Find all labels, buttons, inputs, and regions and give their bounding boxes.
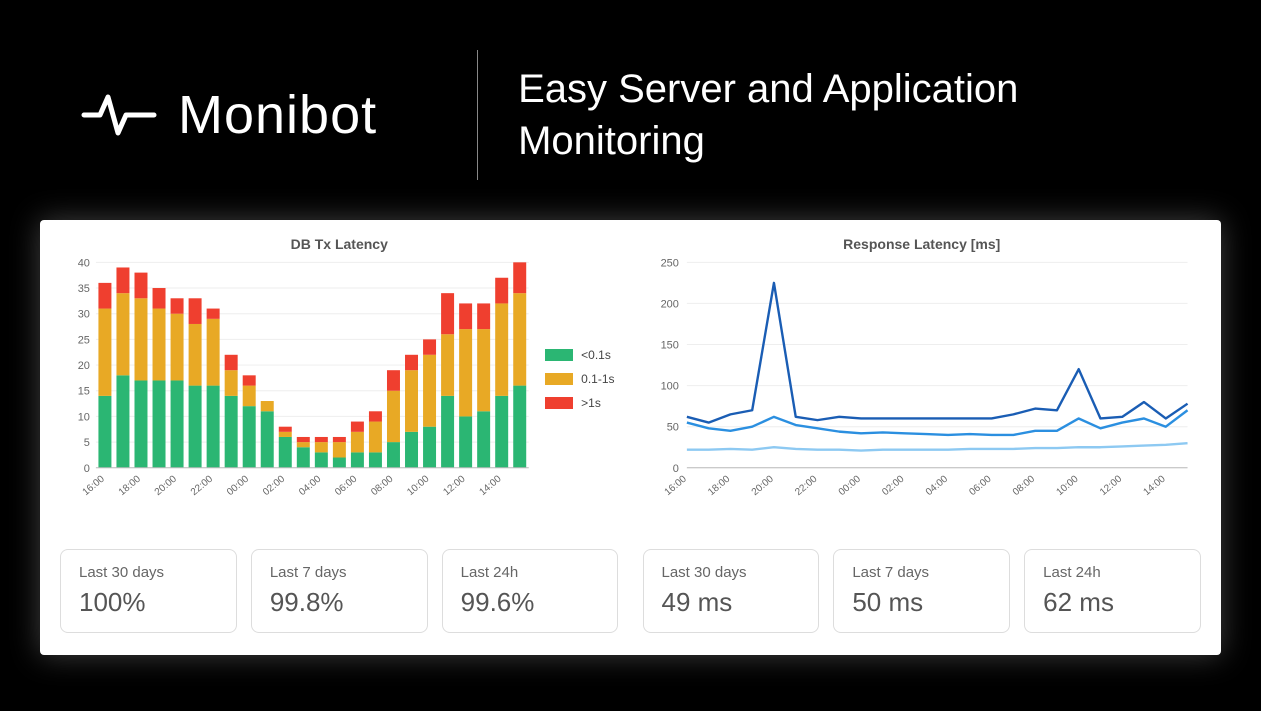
svg-text:35: 35 [78,283,90,295]
svg-text:25: 25 [78,334,90,346]
svg-text:00:00: 00:00 [225,473,252,498]
tagline: Easy Server and Application Monitoring [518,63,1181,167]
card-value: 49 ms [662,587,801,618]
svg-text:0: 0 [84,463,90,475]
svg-text:10: 10 [78,411,90,423]
svg-text:20:00: 20:00 [749,473,776,498]
svg-text:100: 100 [660,381,678,393]
svg-text:18:00: 18:00 [706,473,733,498]
legend-item: <0.1s [545,348,614,362]
svg-text:50: 50 [666,422,678,434]
svg-text:02:00: 02:00 [880,473,907,498]
svg-text:22:00: 22:00 [793,473,820,498]
svg-text:15: 15 [78,386,90,398]
svg-text:16:00: 16:00 [662,473,689,498]
svg-text:20: 20 [78,360,90,372]
legend-item: 0.1-1s [545,372,614,386]
svg-text:02:00: 02:00 [261,473,288,498]
card-value: 100% [79,587,218,618]
svg-text:12:00: 12:00 [1097,473,1124,498]
card-24h-latency: Last 24h 62 ms [1024,549,1201,633]
svg-text:10:00: 10:00 [405,473,432,498]
legend-label: 0.1-1s [581,372,614,386]
svg-text:150: 150 [660,340,678,352]
card-7d-uptime: Last 7 days 99.8% [251,549,428,633]
chart-title-db: DB Tx Latency [60,236,619,252]
header-divider [477,50,478,180]
svg-text:200: 200 [660,298,678,310]
svg-text:22:00: 22:00 [189,473,216,498]
card-label: Last 7 days [270,564,409,581]
card-label: Last 24h [1043,564,1182,581]
svg-text:16:00: 16:00 [81,473,108,498]
svg-text:08:00: 08:00 [369,473,396,498]
header: Monibot Easy Server and Application Moni… [0,0,1261,210]
svg-text:12:00: 12:00 [441,473,468,498]
card-value: 99.8% [270,587,409,618]
card-24h-uptime: Last 24h 99.6% [442,549,619,633]
response-latency-chart: 0 50 100 150 200 250 16:00 18:00 20:00 22:00 00:00… [643,258,1202,518]
svg-text:14:00: 14:00 [1141,473,1168,498]
legend-swatch [545,397,573,409]
card-7d-latency: Last 7 days 50 ms [833,549,1010,633]
brand-name: Monibot [178,84,377,146]
svg-text:30: 30 [78,309,90,321]
card-label: Last 7 days [852,564,991,581]
db-tx-latency-chart: 0 5 10 15 20 25 30 35 40 16:00 18:00 20:00 22:00 00:0… [60,258,619,518]
svg-text:20:00: 20:00 [153,473,180,498]
legend-label: >1s [581,396,601,410]
bar-chart-wrap: 0 5 10 15 20 25 30 35 40 16:00 18:00 20:00 22:00 00:0… [60,258,619,523]
line-chart-wrap: 0 50 100 150 200 250 16:00 18:00 20:00 22:00 00:00… [643,258,1202,523]
uptime-cards: Last 30 days 100% Last 7 days 99.8% Last… [60,549,619,633]
chart-title-latency: Response Latency [ms] [643,236,1202,252]
svg-text:0: 0 [672,463,678,475]
pulse-icon [80,88,158,142]
card-value: 50 ms [852,587,991,618]
latency-cards: Last 30 days 49 ms Last 7 days 50 ms Las… [643,549,1202,633]
card-label: Last 30 days [79,564,218,581]
legend-swatch [545,373,573,385]
svg-text:5: 5 [84,437,90,449]
svg-text:14:00: 14:00 [477,473,504,498]
svg-text:06:00: 06:00 [333,473,360,498]
svg-text:04:00: 04:00 [297,473,324,498]
brand-block: Monibot [80,84,437,146]
card-label: Last 24h [461,564,600,581]
svg-text:04:00: 04:00 [923,473,950,498]
legend-item: >1s [545,396,614,410]
svg-text:08:00: 08:00 [1010,473,1037,498]
card-30d-latency: Last 30 days 49 ms [643,549,820,633]
svg-text:18:00: 18:00 [117,473,144,498]
svg-text:10:00: 10:00 [1054,473,1081,498]
svg-text:250: 250 [660,258,678,269]
svg-text:00:00: 00:00 [836,473,863,498]
svg-text:40: 40 [78,258,90,269]
card-value: 99.6% [461,587,600,618]
dashboard-panel: DB Tx Latency 0 5 10 15 20 25 30 35 40 16:00 18:00… [40,220,1221,655]
card-label: Last 30 days [662,564,801,581]
legend-label: <0.1s [581,348,611,362]
legend-swatch [545,349,573,361]
left-column: DB Tx Latency 0 5 10 15 20 25 30 35 40 16:00 18:00… [60,236,619,633]
card-30d-uptime: Last 30 days 100% [60,549,237,633]
svg-text:06:00: 06:00 [967,473,994,498]
right-column: Response Latency [ms] 0 50 100 150 200 250 16:… [643,236,1202,633]
bar-chart-legend: <0.1s 0.1-1s >1s [545,348,614,420]
card-value: 62 ms [1043,587,1182,618]
